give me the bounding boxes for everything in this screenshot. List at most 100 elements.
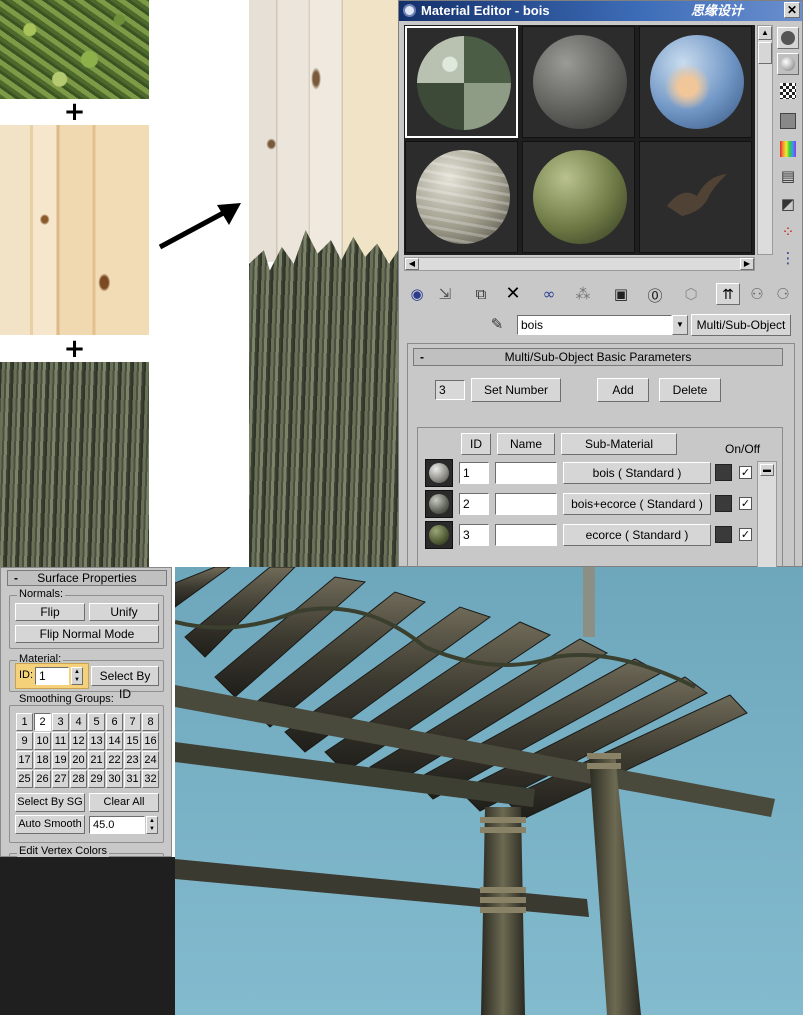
set-number-button[interactable]: Set Number xyxy=(471,378,561,402)
list-scroll-thumb[interactable]: ▬ xyxy=(760,464,774,476)
material-id-field[interactable]: 1 xyxy=(35,667,69,685)
sample-type-icon[interactable] xyxy=(777,27,799,49)
smoothing-group-button[interactable]: 2 xyxy=(34,713,51,731)
scroll-up-icon[interactable]: ▲ xyxy=(758,26,772,40)
material-type-button[interactable]: Multi/Sub-Object xyxy=(691,314,791,336)
slots-vertical-scrollbar[interactable]: ▲ xyxy=(757,25,773,255)
select-by-sg-button[interactable]: Select By SG xyxy=(15,793,85,812)
rollout-collapse-icon[interactable]: - xyxy=(420,349,424,365)
delete-button[interactable]: Delete xyxy=(659,378,721,402)
column-header-sub-material[interactable]: Sub-Material xyxy=(561,433,677,455)
video-color-check-icon[interactable] xyxy=(780,141,796,157)
row-on-checkbox[interactable]: ✓ xyxy=(739,528,752,541)
smoothing-group-button[interactable]: 13 xyxy=(88,732,105,750)
row-name-field[interactable] xyxy=(495,493,557,515)
row-color-swatch[interactable] xyxy=(715,495,732,512)
rollout-title-bar[interactable]: - Multi/Sub-Object Basic Parameters xyxy=(413,348,783,366)
smoothing-group-button[interactable]: 11 xyxy=(52,732,69,750)
material-id-spinner[interactable]: ▲ ▼ xyxy=(71,667,83,685)
sample-slot[interactable] xyxy=(405,26,518,138)
slots-horizontal-scrollbar[interactable]: ◀ ▶ xyxy=(404,257,755,271)
smoothing-group-button[interactable]: 21 xyxy=(88,751,105,769)
scroll-left-icon[interactable]: ◀ xyxy=(405,258,419,270)
sample-slot[interactable] xyxy=(405,141,518,253)
material-navigator-icon[interactable]: ⋮ xyxy=(778,249,798,269)
row-on-checkbox[interactable]: ✓ xyxy=(739,497,752,510)
row-name-field[interactable] xyxy=(495,462,557,484)
select-by-material-icon[interactable]: ⁘ xyxy=(778,223,798,243)
scroll-right-icon[interactable]: ▶ xyxy=(740,258,754,270)
sub-material-list-scrollbar[interactable]: ▬ xyxy=(757,461,777,568)
smoothing-group-button[interactable]: 12 xyxy=(70,732,87,750)
get-material-icon[interactable]: ◉ xyxy=(406,285,428,303)
row-id-field[interactable]: 1 xyxy=(459,462,489,484)
close-icon[interactable]: ✕ xyxy=(784,2,800,18)
smoothing-group-button[interactable]: 6 xyxy=(106,713,123,731)
smoothing-group-button[interactable]: 19 xyxy=(52,751,69,769)
smoothing-group-button[interactable]: 20 xyxy=(70,751,87,769)
smoothing-group-button[interactable]: 22 xyxy=(106,751,123,769)
show-end-result-icon[interactable]: ⬡ xyxy=(680,285,702,303)
smoothing-group-button[interactable]: 9 xyxy=(16,732,33,750)
unify-button[interactable]: Unify xyxy=(89,603,159,621)
smoothing-group-button[interactable]: 7 xyxy=(124,713,141,731)
smoothing-group-button[interactable]: 32 xyxy=(142,770,159,788)
smoothing-group-button[interactable]: 28 xyxy=(70,770,87,788)
auto-smooth-threshold-field[interactable]: 45.0 xyxy=(89,816,145,834)
go-to-parent-icon[interactable]: ⇈ xyxy=(716,283,740,305)
reset-map-icon[interactable]: ✕ xyxy=(502,283,524,304)
scroll-thumb[interactable] xyxy=(758,42,772,64)
auto-smooth-spinner[interactable]: ▲ ▼ xyxy=(146,816,158,834)
show-map-icon[interactable]: ⓪ xyxy=(644,285,666,306)
surface-properties-title-bar[interactable]: - Surface Properties xyxy=(7,570,167,586)
go-sibling-icon[interactable]: ⚆ xyxy=(772,285,794,303)
row-on-checkbox[interactable]: ✓ xyxy=(739,466,752,479)
smoothing-group-button[interactable]: 10 xyxy=(34,732,51,750)
row-sub-material-button[interactable]: bois+ecorce ( Standard ) xyxy=(563,493,711,515)
row-name-field[interactable] xyxy=(495,524,557,546)
material-name-field[interactable]: bois xyxy=(517,315,672,335)
material-effects-channel-icon[interactable]: ▣ xyxy=(610,285,632,303)
sample-slot[interactable] xyxy=(639,141,752,253)
smoothing-group-button[interactable]: 30 xyxy=(106,770,123,788)
smoothing-group-button[interactable]: 29 xyxy=(88,770,105,788)
row-id-field[interactable]: 3 xyxy=(459,524,489,546)
assign-to-selection-icon[interactable]: ⧉ xyxy=(470,285,492,303)
sample-slot[interactable] xyxy=(639,26,752,138)
row-sub-material-button[interactable]: bois ( Standard ) xyxy=(563,462,711,484)
surface-properties-collapse-icon[interactable]: - xyxy=(14,571,18,585)
sample-uv-icon[interactable] xyxy=(780,113,796,129)
smoothing-group-button[interactable]: 17 xyxy=(16,751,33,769)
add-button[interactable]: Add xyxy=(597,378,649,402)
put-to-scene-icon[interactable]: ⇲ xyxy=(434,285,456,303)
select-by-id-button[interactable]: Select By ID xyxy=(91,666,159,701)
go-forward-sibling-icon[interactable]: ⚇ xyxy=(746,285,768,303)
smoothing-group-button[interactable]: 16 xyxy=(142,732,159,750)
pick-material-eyedropper-icon[interactable]: ✎ xyxy=(487,315,507,333)
set-number-field[interactable]: 3 xyxy=(435,380,465,400)
smoothing-group-button[interactable]: 24 xyxy=(142,751,159,769)
row-color-swatch[interactable] xyxy=(715,464,732,481)
flip-normal-mode-button[interactable]: Flip Normal Mode xyxy=(15,625,159,643)
checker-background-icon[interactable] xyxy=(780,83,796,99)
smoothing-group-button[interactable]: 27 xyxy=(52,770,69,788)
clear-all-button[interactable]: Clear All xyxy=(89,793,159,812)
put-to-library-icon[interactable]: ⁂ xyxy=(572,285,594,303)
row-id-field[interactable]: 2 xyxy=(459,493,489,515)
row-color-swatch[interactable] xyxy=(715,526,732,543)
smoothing-group-button[interactable]: 14 xyxy=(106,732,123,750)
sample-slot[interactable] xyxy=(522,26,635,138)
options-icon[interactable]: ◩ xyxy=(778,195,798,215)
smoothing-group-button[interactable]: 26 xyxy=(34,770,51,788)
row-sub-material-button[interactable]: ecorce ( Standard ) xyxy=(563,524,711,546)
smoothing-group-button[interactable]: 18 xyxy=(34,751,51,769)
column-header-id[interactable]: ID xyxy=(461,433,491,455)
smoothing-group-button[interactable]: 25 xyxy=(16,770,33,788)
smoothing-group-button[interactable]: 8 xyxy=(142,713,159,731)
make-preview-icon[interactable]: ▤ xyxy=(778,167,798,187)
sample-slot[interactable] xyxy=(522,141,635,253)
flip-button[interactable]: Flip xyxy=(15,603,85,621)
smoothing-group-button[interactable]: 15 xyxy=(124,732,141,750)
material-name-dropdown-icon[interactable]: ▼ xyxy=(672,315,688,335)
auto-smooth-button[interactable]: Auto Smooth xyxy=(15,815,85,834)
